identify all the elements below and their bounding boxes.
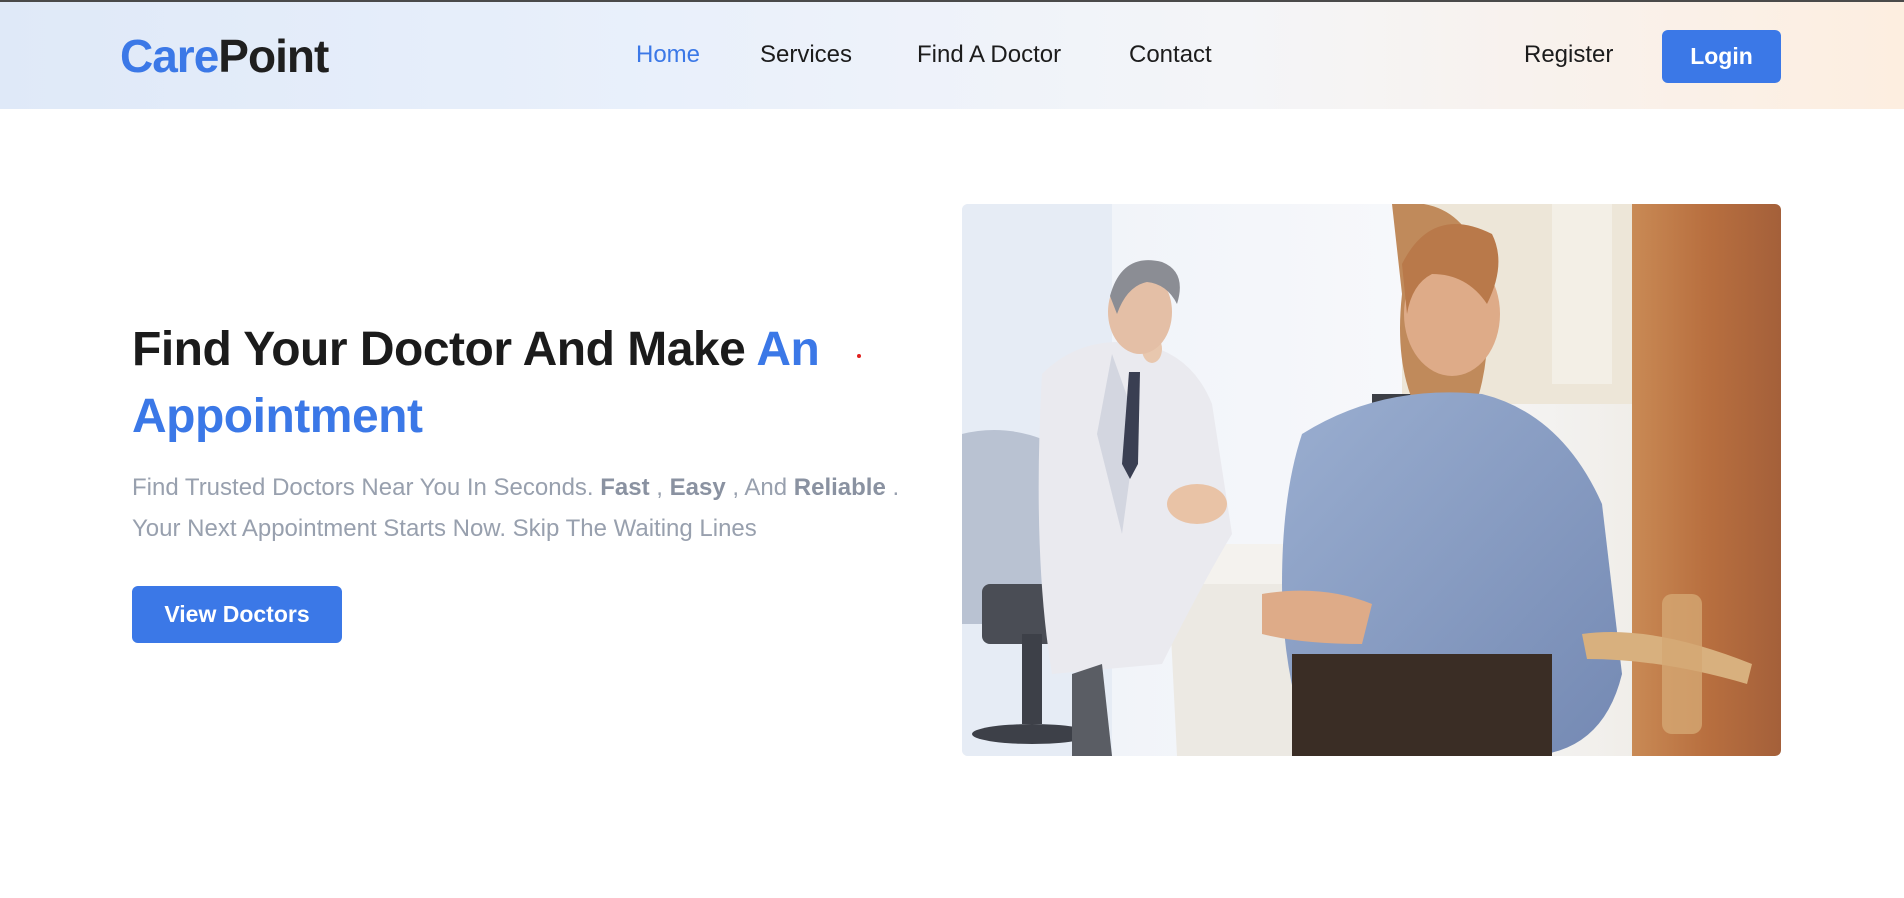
hero-sub-reliable: Reliable xyxy=(793,474,886,501)
nav-home[interactable]: Home xyxy=(636,40,700,70)
login-button[interactable]: Login xyxy=(1662,30,1781,83)
hero-title: Find Your Doctor And Make An Appointment xyxy=(132,316,892,450)
brand-logo[interactable]: CarePoint xyxy=(120,30,329,82)
hero-sub-easy: Easy xyxy=(669,474,726,501)
site-header: CarePoint Home Services Find A Doctor Co… xyxy=(0,2,1904,109)
hero-title-accent-appointment: Appointment xyxy=(132,390,423,443)
hero-subtitle: Find Trusted Doctors Near You In Seconds… xyxy=(132,467,932,549)
cursor-dot xyxy=(857,354,861,358)
hero-sub-line1: Find Trusted Doctors Near You In Seconds… xyxy=(132,474,601,501)
nav-find-a-doctor[interactable]: Find A Doctor xyxy=(917,40,1061,70)
view-doctors-button[interactable]: View Doctors xyxy=(132,586,342,643)
nav-services[interactable]: Services xyxy=(760,40,852,70)
hero-sub-fast: Fast xyxy=(600,474,650,501)
hero-sub-sep2: , And xyxy=(725,474,794,501)
nav-contact[interactable]: Contact xyxy=(1129,40,1212,70)
brand-logo-care: Care xyxy=(120,30,219,82)
hero-sub-end: . xyxy=(885,474,900,501)
register-link[interactable]: Register xyxy=(1524,40,1613,70)
doctor-consultation-photo xyxy=(962,204,1781,756)
hero-sub-line2: Your Next Appointment Starts Now. Skip T… xyxy=(132,515,757,542)
hero-title-main: Find Your Doctor And Make xyxy=(132,323,757,376)
brand-logo-point: Point xyxy=(218,30,329,82)
hero-title-accent-an: An xyxy=(756,323,820,376)
hero-sub-sep1: , xyxy=(649,474,670,501)
